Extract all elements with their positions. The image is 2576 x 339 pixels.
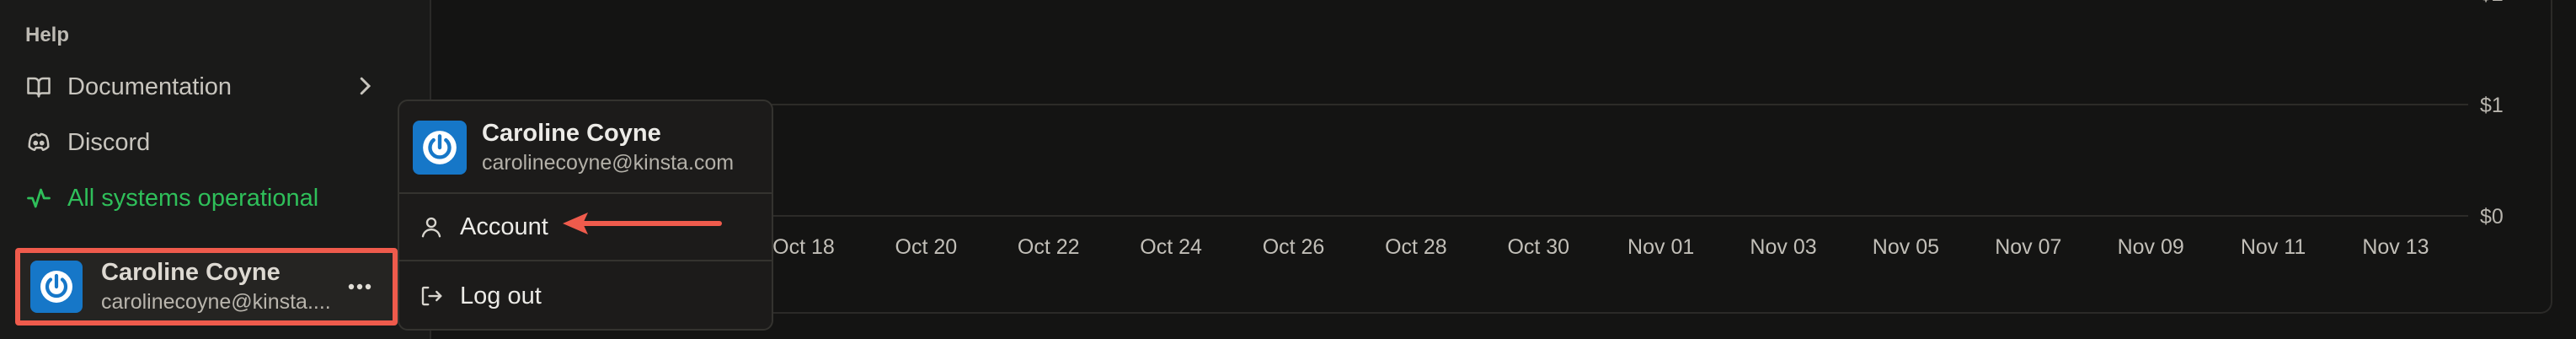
menu-divider: [399, 260, 772, 261]
discord-icon: [25, 129, 52, 156]
help-section-label: Help: [25, 24, 70, 46]
sidebar: Help Documentation Discord All systems o…: [0, 0, 431, 339]
y-tick-label: $0: [2480, 205, 2504, 229]
logout-icon: [418, 282, 445, 309]
sidebar-item-system-status[interactable]: All systems operational: [25, 177, 379, 219]
activity-icon: [25, 185, 52, 212]
screen: $0 $1 $2 Oct 18 Oct 20 Oct 22 Oct 24 Oct 26 Oct …: [0, 0, 2576, 339]
power-logo-icon: [40, 271, 72, 303]
avatar: [30, 261, 83, 313]
chevron-right-icon: [352, 73, 379, 100]
user-info: Caroline Coyne carolinecoyne@kinsta....: [101, 259, 331, 315]
menu-user-header: Caroline Coyne carolinecoyne@kinsta.com: [413, 120, 734, 175]
user-name: Caroline Coyne: [482, 120, 661, 147]
x-tick-label: Oct 28: [1385, 235, 1447, 259]
menu-divider: [399, 192, 772, 194]
user-name: Caroline Coyne: [101, 259, 281, 286]
book-icon: [25, 73, 52, 100]
x-tick-label: Nov 09: [2118, 235, 2184, 259]
sidebar-user-card[interactable]: Caroline Coyne carolinecoyne@kinsta....: [15, 248, 398, 326]
user-email: carolinecoyne@kinsta....: [101, 290, 331, 314]
x-tick-label: Oct 22: [1018, 235, 1080, 259]
x-tick-label: Nov 05: [1873, 235, 1939, 259]
sidebar-item-label: Documentation: [67, 73, 232, 100]
y-tick-label: $1: [2480, 94, 2504, 117]
x-tick-label: Oct 18: [772, 235, 835, 259]
power-logo-icon: [423, 131, 457, 164]
y-tick-label: $2: [2480, 0, 2504, 6]
x-tick-label: Oct 24: [1140, 235, 1202, 259]
x-tick-label: Nov 13: [2362, 235, 2429, 259]
user-icon: [418, 213, 445, 240]
menu-item-label: Account: [460, 213, 548, 240]
user-info: Caroline Coyne carolinecoyne@kinsta.com: [482, 120, 734, 175]
sidebar-item-label: All systems operational: [67, 184, 319, 212]
x-tick-label: Nov 11: [2241, 235, 2306, 259]
x-tick-label: Oct 30: [1507, 235, 1569, 259]
x-tick-label: Nov 01: [1627, 235, 1694, 259]
ellipsis-icon: [348, 283, 371, 290]
avatar: [413, 121, 467, 175]
sidebar-item-documentation[interactable]: Documentation: [25, 66, 379, 108]
x-tick-label: Nov 03: [1750, 235, 1816, 259]
user-email: carolinecoyne@kinsta.com: [482, 151, 735, 175]
sidebar-item-discord[interactable]: Discord: [25, 121, 379, 164]
x-tick-label: Oct 20: [895, 235, 958, 259]
x-tick-label: Nov 07: [1995, 235, 2061, 259]
sidebar-item-label: Discord: [67, 128, 151, 156]
menu-item-logout[interactable]: Log out: [418, 275, 755, 317]
menu-item-label: Log out: [460, 282, 542, 309]
annotation-arrow: [563, 213, 722, 234]
x-tick-label: Oct 26: [1263, 235, 1325, 259]
user-menu-button[interactable]: [339, 270, 381, 304]
